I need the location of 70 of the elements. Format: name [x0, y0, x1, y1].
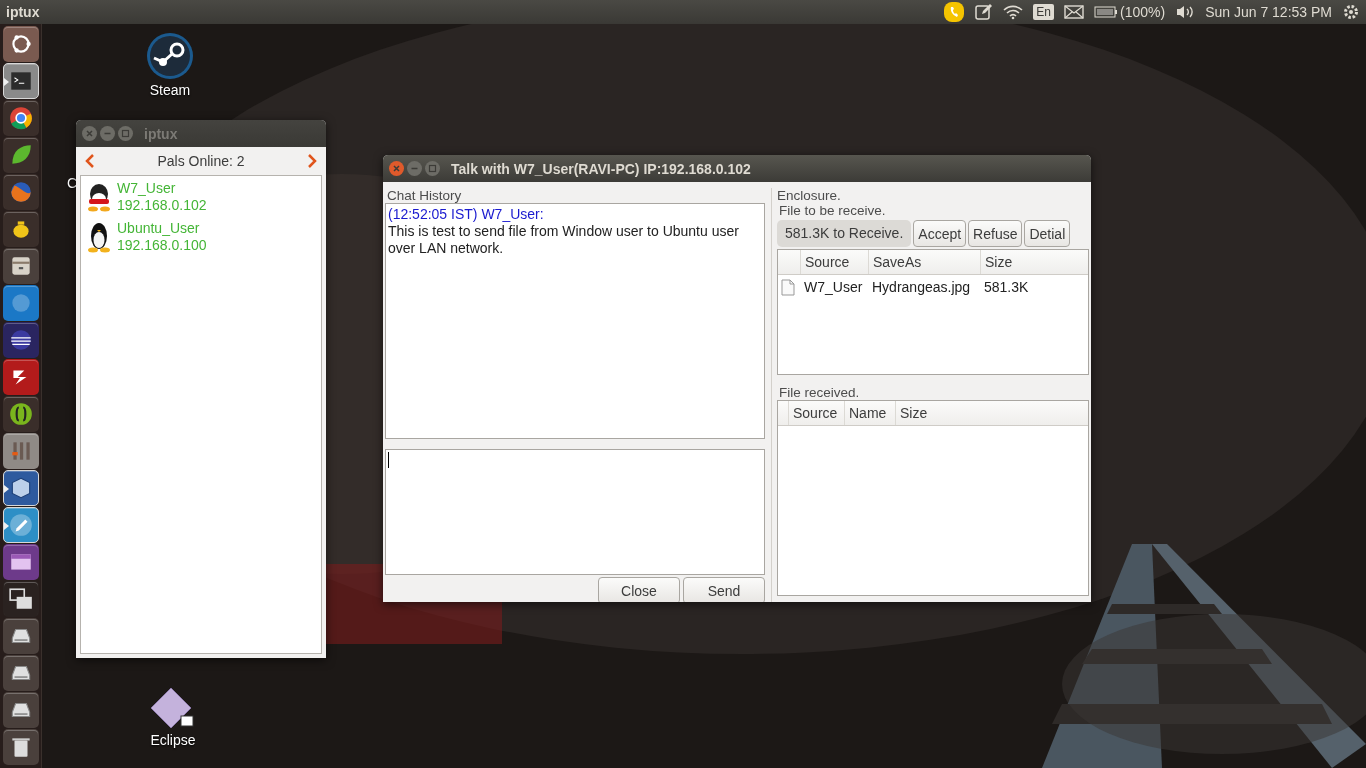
frame-label: Enclosure. [776, 188, 842, 203]
close-button[interactable] [389, 161, 404, 176]
column-header[interactable]: SaveAs [868, 250, 980, 274]
speaker-icon[interactable] [1175, 4, 1196, 20]
table-cell-text: Hydrangeas.jpg [871, 279, 972, 295]
desktop-icon-label[interactable]: Eclipse [150, 732, 196, 748]
pen-icon [7, 512, 34, 538]
frame-label: File received. [778, 385, 861, 400]
launcher-item[interactable] [2, 544, 39, 580]
battery-icon[interactable] [1094, 6, 1118, 18]
launcher-item[interactable] [2, 692, 39, 728]
launcher-item[interactable] [2, 396, 39, 432]
action-button[interactable]: Accept [913, 220, 967, 247]
message-text: This is test to send file from Window user to Ubuntu user over LAN network. [388, 223, 740, 257]
file-icon [781, 278, 795, 296]
launcher-item[interactable] [2, 63, 39, 99]
action-button[interactable]: Refuse [968, 220, 1023, 247]
launcher-item[interactable] [2, 100, 39, 136]
table-cell-text: W7_User [803, 279, 864, 295]
keyboard-layout-indicator[interactable]: En [1033, 4, 1054, 20]
column-header[interactable]: Size [895, 401, 1088, 425]
close-icon [85, 129, 94, 138]
launcher-item[interactable] [2, 729, 39, 765]
send-button[interactable]: Send [683, 577, 765, 602]
phone-bubble-icon[interactable] [943, 1, 966, 23]
message-input[interactable] [385, 449, 765, 575]
launcher-item[interactable] [2, 470, 39, 506]
column-header[interactable]: Source [788, 401, 844, 425]
launcher-item[interactable] [2, 26, 39, 62]
edit-icon[interactable] [975, 3, 994, 21]
window-title: Talk with W7_User(RAVI-PC) IP:192.168.0.102 [451, 160, 751, 177]
gear-icon[interactable] [1342, 3, 1360, 21]
launcher-item[interactable] [2, 137, 39, 173]
receive-status: 581.3K to Receive. [777, 220, 912, 247]
app-title: iptux [6, 4, 40, 20]
desktop-icon-label[interactable]: C [66, 175, 78, 191]
close-icon [392, 164, 401, 173]
launcher-item[interactable] [2, 211, 39, 247]
workspace-icon [7, 586, 34, 612]
square-icon [428, 164, 437, 173]
launcher-item[interactable] [2, 507, 39, 543]
table-cell-text: 581.3K [983, 279, 1030, 295]
browser-icon [7, 105, 34, 131]
launcher-item[interactable] [2, 248, 39, 284]
action-button[interactable]: Detial [1024, 220, 1071, 247]
mail-icon[interactable] [1064, 5, 1084, 19]
launcher-item[interactable] [2, 581, 39, 617]
window-title: iptux [144, 125, 178, 142]
penguin-icon [85, 221, 113, 253]
frame-label: Chat History [386, 188, 463, 203]
penguin-icon [85, 182, 113, 212]
message-header: (12:52:05 IST) W7_User: [388, 206, 545, 223]
column-header[interactable]: Name [844, 401, 895, 425]
wifi-icon[interactable] [1003, 4, 1024, 20]
clock[interactable]: Sun Jun 7 12:53 PM [1205, 4, 1332, 20]
braces-icon [7, 401, 34, 427]
launcher-item[interactable] [2, 433, 39, 469]
square-icon [121, 129, 130, 138]
desktop-icon-label[interactable]: Steam [149, 82, 191, 98]
battery-percentage: (100%) [1120, 4, 1166, 20]
close-button[interactable]: Close [598, 577, 680, 602]
column-header[interactable]: Size [980, 250, 1088, 274]
frame-label: File to be receive. [778, 203, 887, 218]
pals-online-count: Pals Online: 2 [157, 153, 245, 169]
launcher-item[interactable] [2, 618, 39, 654]
column-header[interactable]: Source [800, 250, 868, 274]
launcher-item[interactable] [2, 655, 39, 691]
launcher-item[interactable] [2, 322, 39, 358]
diamond-icon[interactable] [149, 686, 197, 730]
launcher-item[interactable] [2, 359, 39, 395]
